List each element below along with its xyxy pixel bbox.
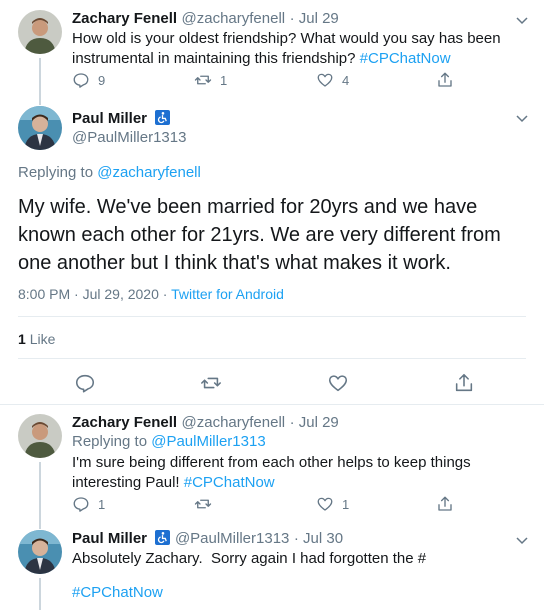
tweet-author-handle[interactable]: @PaulMiller1313 [72,129,186,146]
hashtag-link[interactable]: #CPChatNow [184,474,275,491]
tweet-source-link[interactable]: Twitter for Android [171,286,284,302]
retweet-icon [194,499,212,509]
replying-to: Replying to @PaulMiller1313 [72,433,266,450]
avatar-paul-image [18,530,62,574]
heart-icon [328,375,348,392]
thread-line [39,578,41,610]
share-action[interactable] [436,495,454,513]
tweet-author-handle[interactable]: @zacharyfenell [182,10,286,27]
avatar-zachary[interactable] [18,414,62,458]
chevron-down-icon[interactable] [514,110,530,126]
thread-line-top [39,520,41,529]
like-button[interactable] [327,372,349,394]
retweet-count: 1 [220,72,228,88]
like-count: 1 [342,496,350,512]
accessibility-icon [155,530,171,545]
retweet-action[interactable] [194,495,212,513]
tweet-timestamp: 8:00 PM · Jul 29, 2020 · Twitter for And… [18,286,284,302]
like-action[interactable]: 1 [316,495,349,513]
reply-count: 9 [98,72,106,88]
tweet-author-name[interactable]: Paul Miller [72,530,147,547]
thread-line [39,462,41,522]
tweet-date[interactable]: · Jul 30 [294,530,343,547]
avatar-zachary[interactable] [18,10,62,54]
tweet-author-name[interactable]: Zachary Fenell [72,414,177,431]
heart-icon [317,497,333,511]
tweet-author-handle[interactable]: @PaulMiller1313 [175,530,289,547]
tweet-author-name[interactable]: Zachary Fenell [72,10,177,27]
likes-label: Like [29,331,56,347]
replying-to-link[interactable]: @zacharyfenell [97,164,201,181]
tweet-text: I'm sure being different from each other… [72,454,471,491]
retweet-icon [194,75,212,85]
share-button[interactable] [453,372,475,394]
accessibility-icon [155,110,171,125]
replying-to: Replying to @zacharyfenell [18,164,201,181]
like-action[interactable]: 4 [316,71,349,89]
share-icon [438,496,452,511]
reply-icon [73,73,89,88]
tweet-text: How old is your oldest friendship? What … [72,30,501,67]
share-action[interactable] [436,71,454,89]
share-icon [438,72,452,87]
avatar-zachary-image [18,10,62,54]
tweet-author-name[interactable]: Paul Miller [72,110,147,127]
heart-icon [317,73,333,87]
replying-to-link[interactable]: @PaulMiller1313 [151,433,265,450]
chevron-down-icon[interactable] [514,12,530,28]
divider [18,358,526,359]
avatar-paul[interactable] [18,530,62,574]
main-tweet-text: My wife. We've been married for 20yrs an… [18,196,501,274]
thread-line [39,58,41,98]
like-count: 4 [342,72,350,88]
retweet-icon [201,377,221,389]
tweet-author-handle[interactable]: @zacharyfenell [182,414,286,431]
reply-button[interactable] [74,372,96,394]
reply-icon [75,374,95,393]
avatar-paul-image [18,106,62,150]
likes-summary[interactable]: 1 Like [18,331,55,347]
chevron-down-icon[interactable] [514,532,530,548]
likes-count: 1 [18,331,26,347]
section-divider [0,404,544,405]
share-icon [455,373,473,392]
thread-line-top [39,95,41,105]
reply-icon [73,497,89,512]
retweet-button[interactable] [200,372,222,394]
tweet-date[interactable]: · Jul 29 [290,414,339,431]
divider [18,316,526,317]
retweet-action[interactable]: 1 [194,71,227,89]
reply-action[interactable]: 9 [72,71,105,89]
hashtag-link[interactable]: #CPChatNow [360,50,451,67]
avatar-paul[interactable] [18,106,62,150]
avatar-zachary-image [18,414,62,458]
reply-count: 1 [98,496,106,512]
reply-action[interactable]: 1 [72,495,105,513]
tweet-date[interactable]: · Jul 29 [290,10,339,27]
tweet-text: Absolutely Zachary. Sorry again I had fo… [72,550,427,567]
hashtag-link[interactable]: #CPChatNow [72,583,163,603]
